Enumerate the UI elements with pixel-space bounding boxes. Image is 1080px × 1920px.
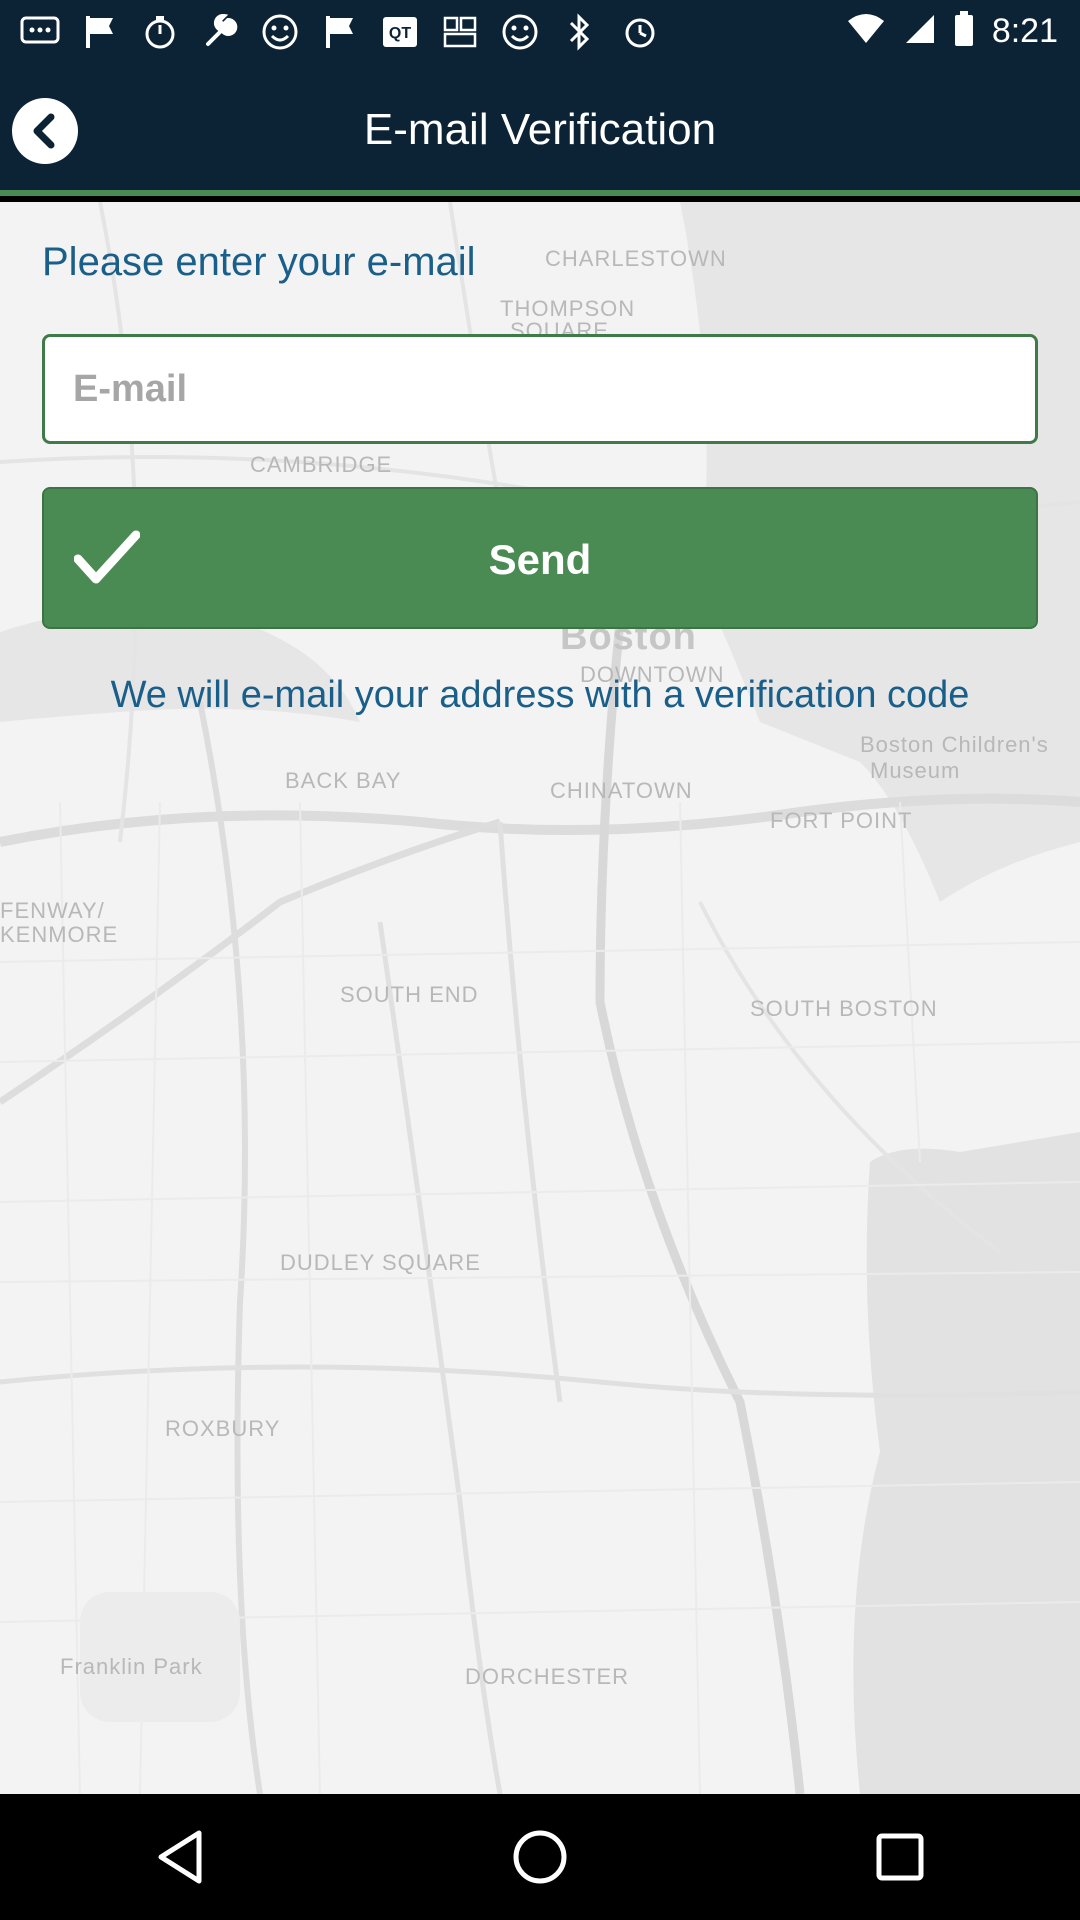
map-label: SOUTH END bbox=[340, 982, 479, 1007]
map-label: CAMBRIDGE bbox=[250, 452, 393, 477]
send-button[interactable]: Send bbox=[42, 487, 1038, 629]
alarm-icon bbox=[618, 10, 662, 54]
battery-icon bbox=[954, 11, 974, 52]
map-label: CHINATOWN bbox=[550, 778, 693, 803]
main-content: CHARLESTOWN THOMPSON SQUARE CAMBRIDGE Bo… bbox=[0, 202, 1080, 1794]
timer-icon bbox=[138, 10, 182, 54]
map-label: FORT POINT bbox=[770, 808, 913, 833]
circle-home-icon bbox=[513, 1830, 567, 1884]
signal-icon bbox=[904, 13, 936, 50]
map-label: ROXBURY bbox=[165, 1416, 281, 1441]
map-label: SOUTH BOSTON bbox=[750, 996, 938, 1021]
email-field[interactable] bbox=[42, 334, 1038, 444]
map-label: FENWAY/ bbox=[0, 898, 105, 923]
message-icon bbox=[18, 10, 62, 54]
verification-info: We will e-mail your address with a verif… bbox=[110, 674, 970, 716]
wifi-icon bbox=[846, 13, 886, 50]
map-label: Boston Children's bbox=[860, 732, 1049, 757]
map-label: DORCHESTER bbox=[465, 1664, 630, 1689]
map-label: DUDLEY SQUARE bbox=[280, 1250, 481, 1275]
back-nav-button[interactable] bbox=[135, 1812, 225, 1902]
clock: 8:21 bbox=[991, 12, 1058, 50]
email-prompt: Please enter your e-mail bbox=[42, 240, 476, 284]
wrench-icon bbox=[198, 10, 242, 54]
weather-icon bbox=[438, 10, 482, 54]
triangle-back-icon bbox=[158, 1830, 202, 1884]
square-recents-icon bbox=[876, 1833, 924, 1881]
page-title: E-mail Verification bbox=[363, 105, 717, 154]
home-nav-button[interactable] bbox=[495, 1812, 585, 1902]
smiley-icon bbox=[498, 10, 542, 54]
map-label: Museum bbox=[870, 758, 961, 783]
recents-nav-button[interactable] bbox=[855, 1812, 945, 1902]
navigation-bar bbox=[0, 1794, 1080, 1920]
status-bar: QT 8:21 bbox=[0, 0, 1080, 63]
send-button-label: Send bbox=[488, 536, 592, 583]
map-label: BACK BAY bbox=[285, 768, 402, 793]
bluetooth-icon bbox=[558, 10, 602, 54]
notification-icons: QT bbox=[0, 10, 662, 54]
flag-icon bbox=[318, 10, 362, 54]
qr-icon: QT bbox=[378, 10, 422, 54]
flag-icon bbox=[78, 10, 122, 54]
svg-text:QT: QT bbox=[389, 25, 411, 42]
smiley-icon bbox=[258, 10, 302, 54]
app-header: E-mail Verification bbox=[0, 63, 1080, 196]
system-status: 8:21 bbox=[846, 11, 1080, 52]
map-label: CHARLESTOWN bbox=[545, 246, 727, 271]
map-label: Franklin Park bbox=[60, 1654, 203, 1679]
map-label: KENMORE bbox=[0, 922, 119, 947]
